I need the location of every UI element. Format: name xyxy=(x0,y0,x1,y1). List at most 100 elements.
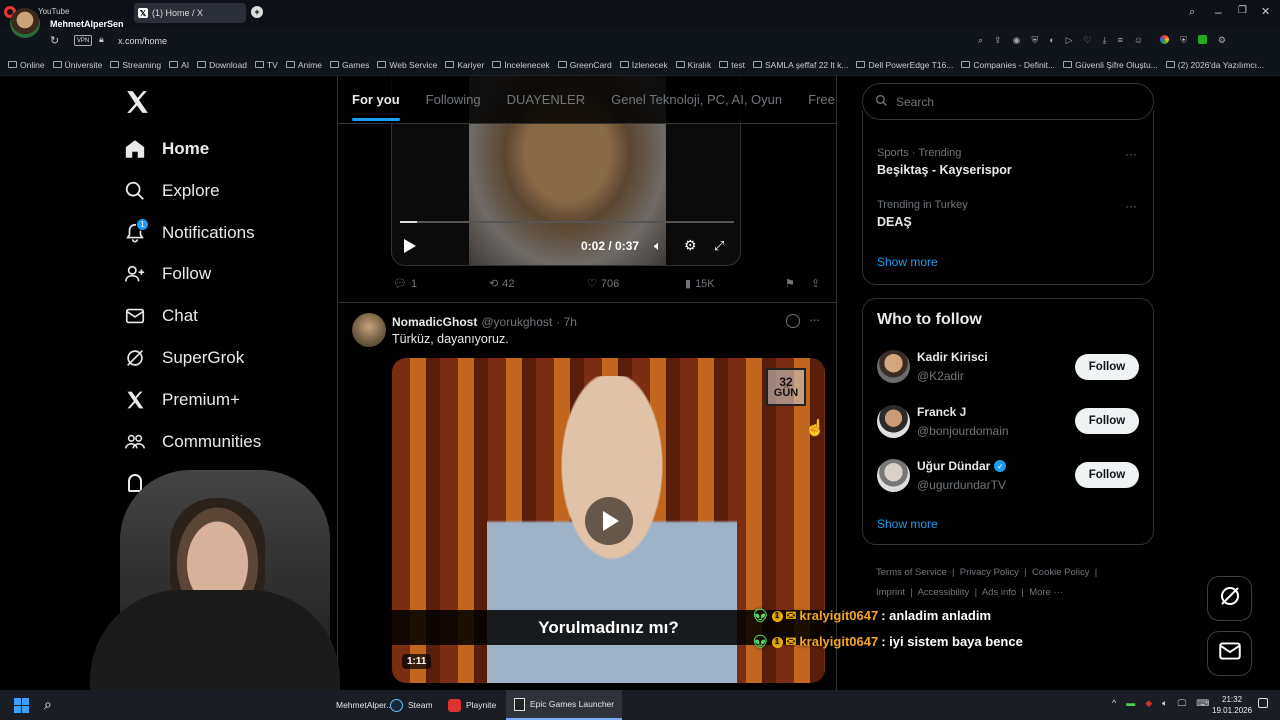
nav-chat[interactable]: Chat xyxy=(124,302,198,330)
profile-avatar[interactable] xyxy=(10,8,40,38)
play-icon[interactable]: ▷ xyxy=(1066,35,1073,46)
tab-genel-teknoloji[interactable]: Genel Teknoloji, PC, AI, Oyun xyxy=(611,92,782,107)
show-more-link[interactable]: Show more xyxy=(877,517,938,531)
bookmark-item[interactable]: Streaming xyxy=(110,60,161,70)
bookmark-item[interactable]: İzlenecek xyxy=(619,60,668,70)
share-icon[interactable]: ⇪ xyxy=(994,35,1002,46)
messages-floating-button[interactable] xyxy=(1207,631,1252,676)
heart-icon[interactable]: ♡ xyxy=(1084,35,1092,46)
vpn-badge[interactable]: VPN xyxy=(74,35,92,46)
network-icon[interactable]: 🖵 xyxy=(1178,698,1187,709)
suggestion-name[interactable]: Kadir Kirisci xyxy=(917,350,988,364)
tray-app-icon[interactable]: ▬ xyxy=(1126,698,1135,709)
tab-following[interactable]: Following xyxy=(426,92,481,107)
nav-notifications[interactable]: 1 Notifications xyxy=(124,218,255,247)
menu-icon[interactable]: ≡ xyxy=(1118,35,1123,46)
suggestion-name[interactable]: Uğur Dündar xyxy=(917,459,990,473)
play-icon[interactable] xyxy=(404,239,416,253)
follow-button[interactable]: Follow xyxy=(1075,354,1139,380)
close-window-button[interactable]: ✕ xyxy=(1261,5,1270,18)
url-field[interactable]: x.com/home xyxy=(118,36,167,46)
browser-tab-home[interactable]: 𝕏 (1) Home / X xyxy=(134,3,246,23)
new-tab-button[interactable]: + xyxy=(251,6,263,18)
nav-follow[interactable]: Follow xyxy=(124,260,211,288)
bookmark-item[interactable]: test xyxy=(719,60,745,70)
like-button[interactable]: ♡ 706 xyxy=(587,277,619,291)
post-time[interactable]: · 7h xyxy=(556,315,577,329)
bookmark-item[interactable]: Games xyxy=(329,60,369,70)
follow-button[interactable]: Follow xyxy=(1075,462,1139,488)
extension-icons[interactable]: ⌕ ⇪ ◉ ⛨ ◐ ▷ ♡ ⤓ ≡ ☺ ⛨ ⚙ xyxy=(978,35,1226,46)
bookmark-item[interactable]: Anime xyxy=(285,60,322,70)
footer-cookie[interactable]: Cookie Policy xyxy=(1032,567,1090,578)
suggestion-name[interactable]: Franck J xyxy=(917,405,966,419)
reply-button[interactable]: 💬︎ 1 xyxy=(393,277,417,291)
footer-terms[interactable]: Terms of Service xyxy=(876,567,947,578)
grok-icon[interactable] xyxy=(786,314,800,328)
bookmark-item[interactable]: AI xyxy=(169,60,189,70)
shield-icon[interactable]: ⛨ xyxy=(1031,35,1038,46)
bookmark-item[interactable]: İncelenecek xyxy=(492,60,550,70)
tray-chevron-icon[interactable]: ^ xyxy=(1112,698,1116,709)
notification-center-icon[interactable] xyxy=(1258,698,1268,708)
x-logo-icon[interactable] xyxy=(124,89,150,115)
camera-icon[interactable]: ◉ xyxy=(1013,35,1021,46)
follow-button[interactable]: Follow xyxy=(1075,408,1139,434)
bookmark-icon[interactable]: ⚑ xyxy=(785,277,795,290)
tab-for-you[interactable]: For you xyxy=(352,92,400,121)
bookmark-item[interactable]: Dell PowerEdge T16... xyxy=(856,60,953,70)
extension-color-icon[interactable] xyxy=(1160,35,1170,44)
minimize-button[interactable]: – xyxy=(1215,5,1222,19)
avatar[interactable] xyxy=(877,350,910,383)
repost-button[interactable]: ⟲ 42 xyxy=(489,277,514,291)
avatar[interactable] xyxy=(877,459,910,492)
video-progress-track[interactable] xyxy=(400,221,734,223)
translate-icon[interactable]: ◐ xyxy=(1049,35,1054,46)
more-options-icon[interactable]: ··· xyxy=(1125,147,1137,161)
settings-gear-icon[interactable]: ⚙ xyxy=(684,237,697,254)
footer-more[interactable]: More ··· xyxy=(1029,587,1063,598)
show-more-link[interactable]: Show more xyxy=(877,255,938,269)
language-icon[interactable]: ⌨ xyxy=(1196,698,1209,709)
extension-shield-icon[interactable]: ⛨ xyxy=(1180,35,1187,46)
bookmark-item[interactable]: Download xyxy=(197,60,247,70)
bookmark-item[interactable]: Güvenli Şifre Oluştu... xyxy=(1063,60,1158,70)
tab-free-g[interactable]: Free G xyxy=(808,92,836,107)
tray-app-icon[interactable]: ◆ xyxy=(1145,698,1152,709)
taskbar-app-chrome[interactable]: MehmetAlper... xyxy=(336,690,393,720)
bookmark-item[interactable]: Üniversite xyxy=(52,60,102,70)
bookmark-item[interactable]: (2) 2026'da Yazılımcı... xyxy=(1165,60,1264,70)
taskbar-app-epic[interactable]: Epic Games Launcher xyxy=(506,690,623,720)
clock[interactable]: 21:32 19.01.2026 xyxy=(1212,694,1252,716)
zoom-icon[interactable]: ⌕ xyxy=(978,35,983,46)
footer-ads-info[interactable]: Ads info xyxy=(982,587,1016,598)
reload-icon[interactable]: ↻ xyxy=(50,34,59,47)
share-icon[interactable]: ⇪ xyxy=(811,277,820,290)
views-button[interactable]: ▮ 15K xyxy=(685,277,715,291)
nav-home[interactable]: Home xyxy=(124,135,209,163)
taskbar-app-steam[interactable]: Steam xyxy=(390,690,433,720)
more-options-icon[interactable]: ··· xyxy=(809,312,820,327)
play-button[interactable] xyxy=(585,497,633,545)
bookmark-item[interactable]: SAMLA şeffaf 22 lt k... xyxy=(753,60,848,70)
nav-supergrok[interactable]: SuperGrok xyxy=(124,344,244,372)
extensions-puzzle-icon[interactable]: ⚙ xyxy=(1218,35,1226,46)
bookmark-item[interactable]: Web Service xyxy=(377,60,437,70)
nav-premium[interactable]: Premium+ xyxy=(124,386,240,414)
footer-imprint[interactable]: Imprint xyxy=(876,587,905,598)
bookmark-item[interactable]: GreenCard xyxy=(557,60,612,70)
bookmark-item[interactable]: Online xyxy=(8,60,45,70)
avatar[interactable] xyxy=(877,405,910,438)
footer-privacy[interactable]: Privacy Policy xyxy=(960,567,1019,578)
author-handle[interactable]: @yorukghost xyxy=(481,315,552,329)
download-icon[interactable]: ⤓ xyxy=(1103,35,1107,46)
taskbar-search-icon[interactable]: ⌕ xyxy=(44,696,52,713)
fullscreen-icon[interactable]: ⤢ xyxy=(714,238,724,254)
search-tabs-icon[interactable]: ⌕ xyxy=(1189,6,1195,19)
bookmark-item[interactable]: Companies - Definit... xyxy=(961,60,1055,70)
nav-explore[interactable]: Explore xyxy=(124,177,220,205)
extension-green-icon[interactable] xyxy=(1197,35,1207,44)
bookmark-item[interactable]: TV xyxy=(254,60,278,70)
footer-accessibility[interactable]: Accessibility xyxy=(918,587,970,598)
speaker-icon[interactable]: 🔈︎ xyxy=(1162,698,1167,709)
